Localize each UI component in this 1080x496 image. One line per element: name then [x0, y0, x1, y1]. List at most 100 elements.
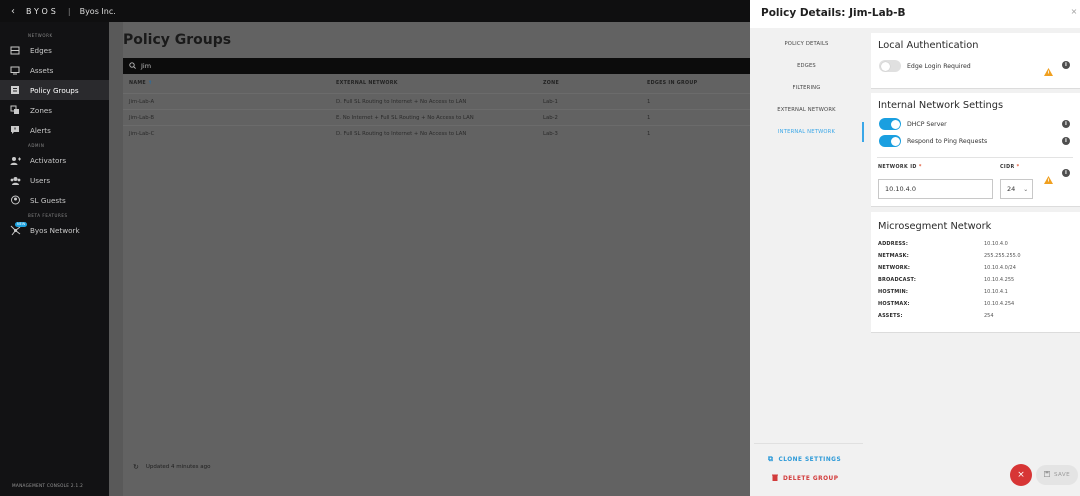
nav-external-network[interactable]: EXTERNAL NETWORK — [750, 107, 863, 113]
kv-network: NETWORK: 10.10.4.0/24 — [878, 265, 1016, 271]
column-header-name[interactable]: NAME ↑ — [129, 78, 152, 90]
warning-icon[interactable] — [1044, 169, 1053, 188]
cell-name: Jim-Lab-B — [129, 115, 155, 121]
page-title: Policy Groups — [123, 32, 232, 48]
nav-internal-network[interactable]: INTERNAL NETWORK — [750, 129, 863, 135]
microsegment-card: Microsegment Network ADDRESS: 10.10.4.0 N… — [871, 212, 1080, 333]
updated-text: Updated 4 minutes ago — [145, 464, 211, 470]
sidebar-item-byos-network[interactable]: NEW Byos Network — [0, 220, 109, 240]
sidebar-item-label: Edges — [30, 45, 52, 55]
alert-icon — [9, 125, 21, 135]
ping-toggle[interactable] — [879, 135, 901, 147]
sidebar-item-label: Assets — [30, 65, 54, 75]
nav-divider — [754, 443, 863, 444]
cidr-value: 24 — [1007, 185, 1016, 193]
local-auth-card: Local Authentication Edge Login Required… — [871, 33, 1080, 89]
divider — [877, 157, 1073, 158]
sidebar-item-alerts[interactable]: Alerts — [0, 120, 109, 140]
cancel-button[interactable]: × — [1010, 464, 1032, 486]
cell-name: Jim-Lab-A — [129, 99, 155, 105]
edge-login-toggle[interactable] — [879, 60, 901, 72]
delete-group-button[interactable]: DELETE GROUP — [772, 474, 838, 483]
cell-zone: Lab-3 — [543, 131, 558, 137]
sidebar-item-label: Byos Network — [30, 225, 80, 235]
sidebar-section-beta: BETA FEATURES — [28, 213, 68, 218]
nav-filtering[interactable]: FILTERING — [750, 85, 863, 91]
close-icon[interactable]: × — [1068, 7, 1080, 16]
sort-arrow-icon: ↑ — [147, 81, 153, 86]
sidebar-item-label: Zones — [30, 105, 53, 115]
network-id-input[interactable]: 10.10.4.0 — [878, 179, 993, 199]
internal-network-card: Internal Network Settings DHCP Server i … — [871, 93, 1080, 207]
sidebar-section-admin: ADMIN — [28, 143, 45, 148]
info-icon[interactable]: i — [1062, 61, 1070, 69]
nav-edges[interactable]: EDGES — [750, 63, 863, 69]
panel-title: Policy Details: Jim-Lab-B — [761, 7, 906, 19]
table-row[interactable]: Jim-Lab-B E. No Internet + Full SL Routi… — [123, 109, 750, 125]
cell-edges: 1 — [647, 115, 651, 121]
refresh-icon[interactable]: ↻ — [133, 463, 139, 471]
chevron-left-icon[interactable]: ‹ — [0, 6, 26, 17]
search-input[interactable]: Jim — [123, 58, 750, 74]
cell-edges: 1 — [647, 99, 651, 105]
save-button[interactable]: SAVE — [1036, 465, 1078, 485]
clone-settings-label: CLONE SETTINGS — [778, 456, 842, 463]
policy-icon — [9, 85, 21, 95]
clone-settings-button[interactable]: ⧉ CLONE SETTINGS — [768, 455, 841, 464]
nav-policy-details[interactable]: POLICY DETAILS — [750, 41, 863, 47]
kv-assets: ASSETS: 254 — [878, 313, 994, 319]
column-header-edges-in-group[interactable]: EDGES IN GROUP — [647, 78, 697, 90]
info-icon[interactable]: i — [1062, 137, 1070, 145]
updated-status: ↻ Updated 4 minutes ago — [133, 463, 211, 471]
edges-icon — [9, 45, 21, 55]
table-row[interactable]: Jim-Lab-C D. Full SL Routing to Internet… — [123, 125, 750, 141]
panel-nav: POLICY DETAILS EDGES FILTERING EXTERNAL … — [750, 28, 863, 496]
sidebar-item-zones[interactable]: Zones — [0, 100, 109, 120]
nav-active-indicator — [862, 122, 864, 142]
sidebar-item-activators[interactable]: Activators — [0, 150, 109, 170]
topbar-separator: | — [67, 6, 71, 16]
dhcp-toggle[interactable] — [879, 118, 901, 130]
cidr-label: CIDR * — [1000, 165, 1020, 170]
kv-address: ADDRESS: 10.10.4.0 — [878, 241, 1008, 247]
save-icon — [1043, 470, 1051, 479]
warning-icon[interactable] — [1044, 61, 1053, 80]
sidebar-item-label: SL Guests — [30, 195, 66, 205]
byos-logo[interactable]: BYOS — [26, 7, 59, 16]
column-header-zone[interactable]: ZONE — [543, 78, 559, 90]
info-icon[interactable]: i — [1062, 169, 1070, 177]
ping-row: Respond to Ping Requests — [879, 135, 1073, 147]
sidebar-item-assets[interactable]: Assets — [0, 60, 109, 80]
kv-hostmin: HOSTMIN: 10.10.4.1 — [878, 289, 1008, 295]
local-auth-title: Local Authentication — [878, 40, 979, 51]
microsegment-title: Microsegment Network — [878, 221, 992, 232]
network-id-label: NETWORK ID * — [878, 165, 922, 170]
save-label: SAVE — [1053, 472, 1071, 478]
dhcp-row: DHCP Server — [879, 118, 1073, 130]
kv-broadcast: BROADCAST: 10.10.4.255 — [878, 277, 1015, 283]
internal-network-title: Internal Network Settings — [878, 100, 1004, 111]
top-bar: ‹ BYOS | Byos Inc. — [0, 0, 750, 22]
column-header-external-network[interactable]: EXTERNAL NETWORK — [336, 78, 398, 90]
sidebar-item-edges[interactable]: Edges — [0, 40, 109, 60]
cidr-select[interactable]: 24 ⌄ — [1000, 179, 1033, 199]
cell-zone: Lab-1 — [543, 99, 558, 105]
sidebar-section-network: NETWORK — [28, 33, 53, 38]
sidebar-item-label: Policy Groups — [30, 85, 79, 95]
new-badge: NEW — [15, 222, 28, 227]
table-row[interactable]: Jim-Lab-A D. Full SL Routing to Internet… — [123, 93, 750, 109]
sidebar-item-policy-groups[interactable]: Policy Groups — [0, 80, 109, 100]
search-value: Jim — [141, 62, 152, 70]
sidebar-item-label: Alerts — [30, 125, 51, 135]
sidebar-item-label: Activators — [30, 155, 67, 165]
trash-icon — [772, 474, 778, 483]
cell-external-network: D. Full SL Routing to Internet + No Acce… — [336, 99, 467, 105]
search-icon — [129, 61, 136, 71]
cell-external-network: E. No Internet + Full SL Routing + No Ac… — [336, 115, 474, 121]
sidebar-item-users[interactable]: Users — [0, 170, 109, 190]
table-header: NAME ↑ EXTERNAL NETWORK ZONE EDGES IN GR… — [123, 78, 750, 90]
activators-icon — [9, 155, 21, 165]
sidebar-item-sl-guests[interactable]: SL Guests — [0, 190, 109, 210]
guests-icon — [9, 195, 21, 205]
info-icon[interactable]: i — [1062, 120, 1070, 128]
